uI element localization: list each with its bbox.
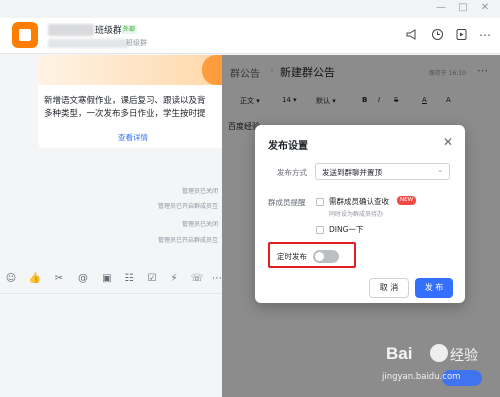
card-text: 新增语文寒假作业，课后复习、跟读以及背 多种类型，一次发布多日作业，学生按时提 [44, 95, 222, 121]
baidu-watermark: Bai 经验 jingyan.baidu.com [380, 342, 495, 394]
more-icon[interactable]: ⋯ [210, 273, 222, 284]
close-icon[interactable]: ✕ [441, 135, 455, 149]
publish-method-select[interactable]: 发送到群聊并置顶 ⌄ [315, 163, 450, 180]
ding-checkbox[interactable] [316, 226, 324, 234]
system-message: 管理员已关闭 [181, 188, 218, 195]
video-icon[interactable] [454, 28, 468, 42]
card-line: 多种类型，一次发布多日作业，学生按时提 [44, 109, 206, 119]
card-banner [38, 55, 222, 85]
group-subtitle: 班级群 [126, 39, 147, 47]
window-titlebar: — □ ✕ [0, 0, 500, 18]
minimize-icon[interactable]: — [434, 2, 448, 13]
chat-area: 新增语文寒假作业，课后复习、跟读以及背 多种类型，一次发布多日作业，学生按时提 … [0, 55, 222, 397]
clock-icon[interactable] [430, 28, 444, 42]
more-icon[interactable]: ⋯ [478, 28, 492, 42]
schedule-label: 定时发布 [277, 252, 307, 261]
new-badge: NEW [397, 196, 417, 205]
publish-method-value: 发送到群聊并置顶 [322, 168, 382, 177]
image-icon[interactable]: ▣ [100, 273, 114, 284]
thumbs-up-icon[interactable]: 👍 [28, 273, 42, 284]
system-message: 管理员已开启群成员互 [157, 237, 218, 244]
ding-option-label: DING一下 [329, 225, 364, 234]
checkbox-icon[interactable]: ☑ [145, 273, 159, 284]
scissors-icon[interactable]: ✂ [52, 273, 66, 284]
system-message: 管理员已开启群成员互 [157, 203, 218, 210]
publish-method-label: 发布方式 [277, 168, 307, 177]
dialog-title: 发布设置 [268, 141, 308, 152]
chat-header: 班级群 外部 班级群 ⋯ [0, 18, 500, 54]
megaphone-icon[interactable] [405, 28, 419, 42]
lightning-icon[interactable]: ⚡ [167, 273, 181, 284]
watermark-brand: Bai [386, 344, 413, 363]
blurred-group-name [48, 24, 94, 36]
group-name[interactable]: 班级群 [95, 23, 122, 36]
watermark-url: jingyan.baidu.com [382, 372, 461, 382]
confirm-checkbox[interactable] [316, 198, 324, 206]
at-icon[interactable]: @ [76, 273, 90, 284]
external-badge: 外部 [121, 25, 138, 34]
confirm-option-label: 需群成员确认查收 [329, 197, 389, 206]
group-avatar[interactable] [12, 22, 38, 48]
publish-button[interactable]: 发 布 [415, 278, 453, 298]
toggle-knob [315, 252, 324, 261]
blurred-group-sub [48, 39, 128, 48]
close-icon[interactable]: ✕ [478, 2, 492, 13]
chevron-down-icon: ⌄ [437, 166, 443, 174]
schedule-toggle[interactable] [313, 250, 339, 263]
view-details-link[interactable]: 查看详情 [38, 132, 222, 143]
phone-icon[interactable]: ☏ [190, 273, 204, 284]
cancel-button[interactable]: 取 消 [369, 278, 409, 298]
publish-settings-dialog: 发布设置 ✕ 发布方式 发送到群聊并置顶 ⌄ 群成员提醒 需群成员确认查收 NE… [255, 125, 465, 303]
maximize-icon[interactable]: □ [456, 2, 470, 13]
document-icon[interactable]: ☷ [122, 273, 136, 284]
card-line: 新增语文寒假作业，课后复习、跟读以及背 [44, 96, 206, 106]
confirm-hint: 同时设为群成员待办 [329, 211, 384, 218]
message-toolbar: ☺ 👍 ✂ @ ▣ ☷ ☑ ⚡ ☏ ⋯ [0, 269, 222, 293]
emoji-icon[interactable]: ☺ [4, 273, 18, 284]
message-input[interactable] [0, 293, 222, 343]
watermark-brand-cn: 经验 [450, 348, 478, 364]
paw-icon [430, 344, 448, 362]
system-message: 管理员已关闭 [181, 221, 218, 228]
homework-card[interactable]: 新增语文寒假作业，课后复习、跟读以及背 多种类型，一次发布多日作业，学生按时提 … [38, 55, 222, 148]
member-remind-label: 群成员提醒 [268, 198, 306, 207]
